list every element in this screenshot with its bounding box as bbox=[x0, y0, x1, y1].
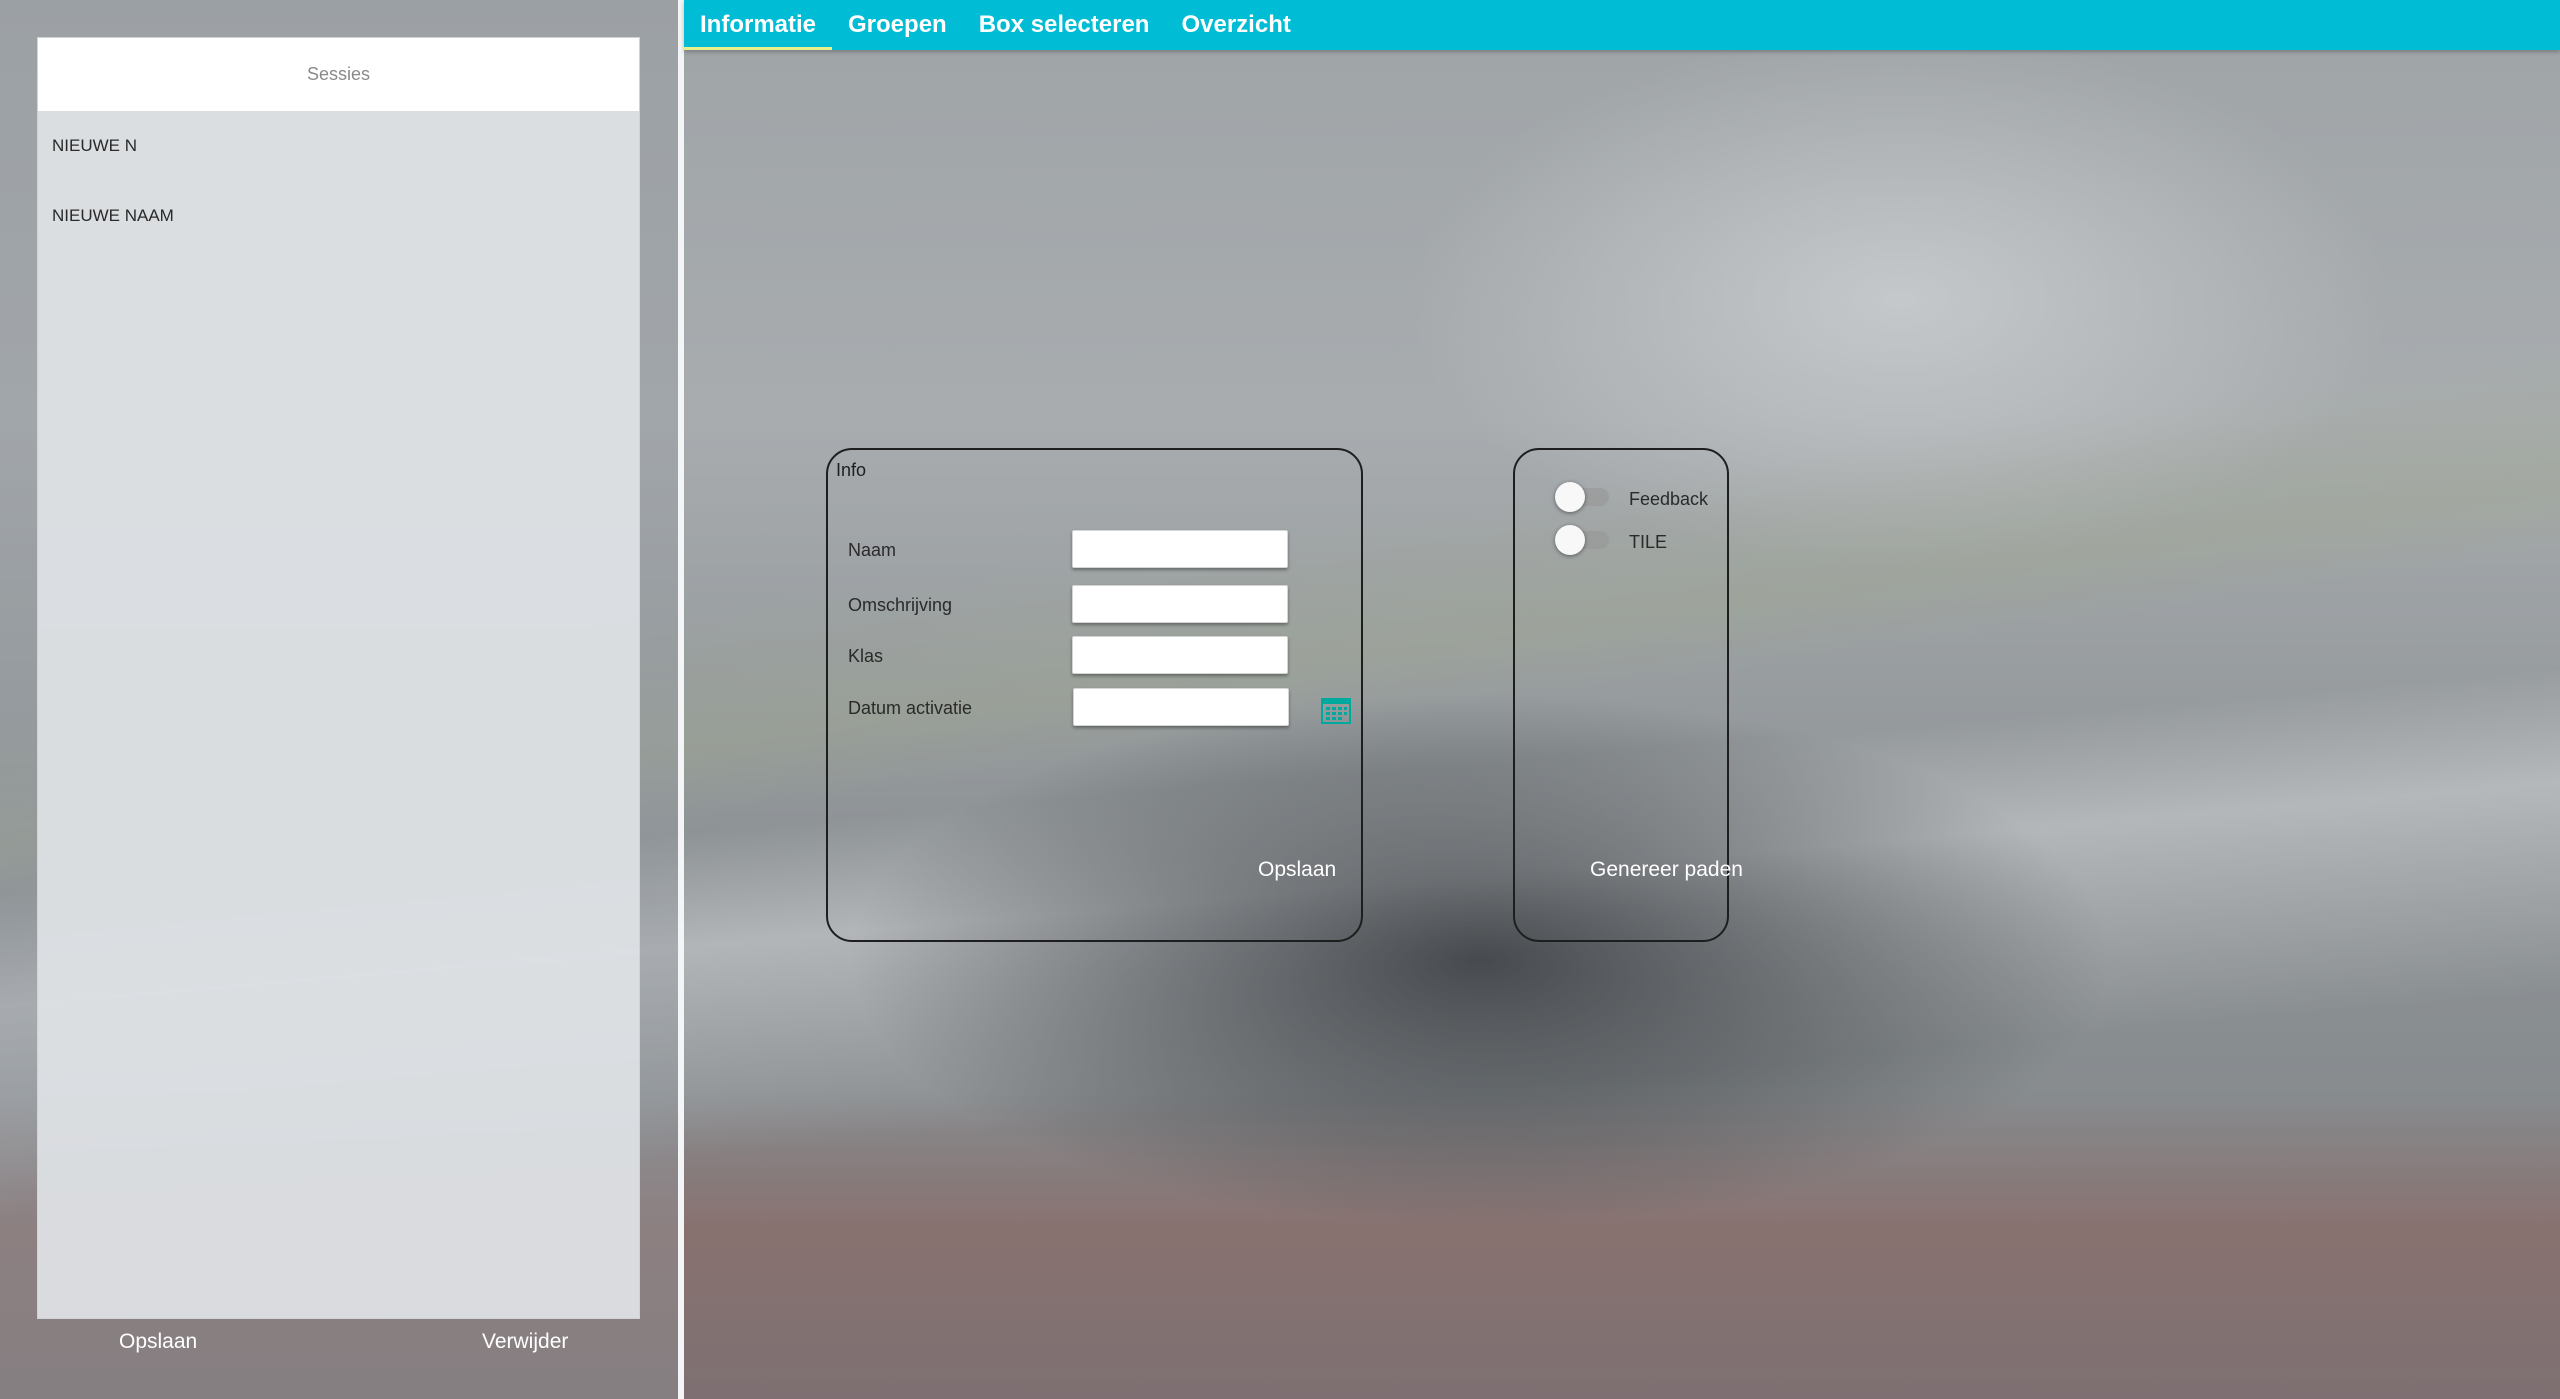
top-nav: Informatie Groepen Box selecteren Overzi… bbox=[684, 0, 2560, 50]
klas-label: Klas bbox=[848, 646, 884, 666]
datum-label: Datum activatie bbox=[848, 698, 973, 718]
tab-box-selecteren[interactable]: Box selecteren bbox=[963, 0, 1166, 50]
klas-input[interactable] bbox=[1072, 636, 1288, 674]
feedback-label: Feedback bbox=[1629, 489, 1709, 509]
tile-toggle[interactable] bbox=[1555, 525, 1611, 555]
omschrijving-row: Omschrijving bbox=[848, 585, 1348, 625]
session-item[interactable]: NIEUWE N bbox=[38, 111, 639, 181]
toggle-knob bbox=[1555, 482, 1585, 512]
klas-row: Klas bbox=[848, 636, 1348, 676]
datum-input[interactable] bbox=[1073, 688, 1289, 726]
datum-row: Datum activatie bbox=[848, 688, 1351, 728]
panel-divider[interactable] bbox=[678, 0, 684, 1399]
sidebar-footer: Opslaan Verwijder bbox=[37, 1318, 640, 1368]
options-card: Feedback TILE Genereer paden bbox=[1513, 448, 1743, 942]
tab-overzicht[interactable]: Overzicht bbox=[1165, 0, 1306, 50]
feedback-toggle[interactable] bbox=[1555, 482, 1611, 512]
tile-label: TILE bbox=[1629, 532, 1668, 552]
tab-informatie[interactable]: Informatie bbox=[684, 0, 833, 50]
naam-row: Naam bbox=[848, 530, 1348, 570]
save-info-button[interactable]: Opslaan bbox=[1258, 858, 1336, 882]
omschrijving-label: Omschrijving bbox=[848, 595, 953, 615]
info-card: Info Naam Omschrijving Klas Datum activa… bbox=[826, 448, 1363, 942]
naam-label: Naam bbox=[848, 540, 897, 560]
save-session-button[interactable]: Opslaan bbox=[119, 1330, 197, 1354]
calendar-icon[interactable] bbox=[1321, 696, 1351, 724]
toggle-knob bbox=[1555, 525, 1585, 555]
feedback-toggle-row: Feedback bbox=[1555, 480, 1725, 514]
delete-session-button[interactable]: Verwijder bbox=[482, 1330, 568, 1354]
sessions-header: Sessies bbox=[38, 38, 639, 111]
sessions-list: Sessies NIEUWE N NIEUWE NAAM bbox=[37, 37, 640, 1319]
info-card-title: Info bbox=[836, 460, 867, 480]
generate-paths-button[interactable]: Genereer paden bbox=[1590, 858, 1743, 882]
omschrijving-input[interactable] bbox=[1072, 585, 1288, 623]
naam-input[interactable] bbox=[1072, 530, 1288, 568]
tab-groepen[interactable]: Groepen bbox=[832, 0, 963, 50]
tile-toggle-row: TILE bbox=[1555, 523, 1725, 557]
sidebar: Sessies NIEUWE N NIEUWE NAAM Opslaan Ver… bbox=[0, 0, 678, 1399]
session-item[interactable]: NIEUWE NAAM bbox=[38, 181, 639, 251]
